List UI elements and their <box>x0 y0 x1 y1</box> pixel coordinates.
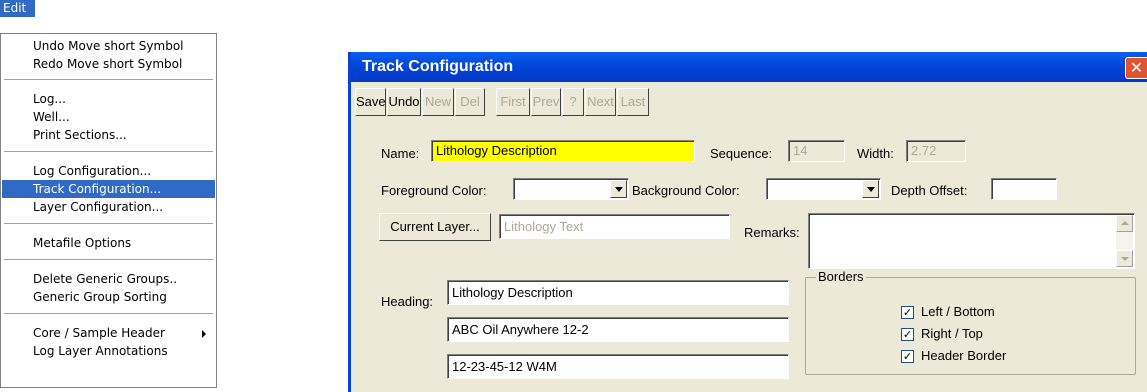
menu-separator <box>4 259 213 260</box>
right-top-label: Right / Top <box>921 326 983 341</box>
menu-item-log[interactable]: Log... <box>2 90 215 108</box>
borders-groupbox: Borders ✓ Left / Bottom ✓ Right / Top ✓ … <box>805 269 1136 375</box>
menu-separator <box>4 223 213 224</box>
menu-item-well[interactable]: Well... <box>2 108 215 126</box>
menu-item-redo[interactable]: Redo Move short Symbol <box>2 55 215 73</box>
width-label: Width: <box>857 146 894 161</box>
menu-separator <box>4 151 213 152</box>
dropdown-arrow-icon[interactable] <box>862 180 879 198</box>
dropdown-arrow-icon[interactable] <box>610 180 627 198</box>
edit-menu: Undo Move short Symbol Redo Move short S… <box>0 33 217 388</box>
sequence-label: Sequence: <box>710 146 773 161</box>
new-button[interactable]: New <box>422 88 454 116</box>
sequence-field[interactable]: 14 <box>788 140 845 162</box>
dialog-titlebar[interactable]: Track Configuration ✕ <box>351 52 1147 82</box>
delete-button[interactable]: Del <box>455 88 485 116</box>
menu-item-metafile-options[interactable]: Metafile Options <box>2 234 215 252</box>
menu-item-log-configuration[interactable]: Log Configuration... <box>2 162 215 180</box>
menu-item-undo[interactable]: Undo Move short Symbol <box>2 37 215 55</box>
menu-separator <box>4 313 213 314</box>
depth-offset-field[interactable] <box>991 178 1057 200</box>
heading-label: Heading: <box>381 294 434 309</box>
track-configuration-dialog: Track Configuration ✕ Save Undo New Del … <box>348 52 1147 392</box>
remarks-textarea[interactable] <box>808 213 1135 269</box>
name-field[interactable]: Lithology Description <box>431 140 695 162</box>
undo-button[interactable]: Undo <box>387 88 421 116</box>
menu-item-generic-group-sorting[interactable]: Generic Group Sorting <box>2 288 215 306</box>
header-border-label: Header Border <box>921 348 1007 363</box>
foreground-color-select[interactable] <box>513 178 629 200</box>
menu-item-print-sections[interactable]: Print Sections... <box>2 126 215 144</box>
scroll-up-icon[interactable] <box>1116 215 1133 232</box>
heading-line-2[interactable]: ABC Oil Anywhere 12-2 <box>447 317 789 342</box>
prev-button[interactable]: Prev <box>531 88 561 116</box>
current-layer-button[interactable]: Current Layer... <box>379 213 491 241</box>
depth-offset-label: Depth Offset: <box>891 183 968 198</box>
menu-item-delete-generic-groups[interactable]: Delete Generic Groups.. <box>2 270 215 288</box>
menu-item-label: Core / Sample Header <box>33 326 165 340</box>
menu-item-layer-configuration[interactable]: Layer Configuration... <box>2 198 215 216</box>
menu-item-track-configuration[interactable]: Track Configuration... <box>2 180 215 198</box>
left-bottom-checkbox[interactable]: ✓ <box>901 306 914 319</box>
foreground-color-label: Foreground Color: <box>381 183 487 198</box>
current-layer-field[interactable]: Lithology Text <box>499 214 730 239</box>
width-field[interactable]: 2.72 <box>906 140 966 162</box>
dialog-title: Track Configuration <box>362 58 514 75</box>
borders-title: Borders <box>816 269 866 284</box>
menu-item-log-layer-annotations[interactable]: Log Layer Annotations <box>2 342 215 360</box>
last-button[interactable]: Last <box>617 88 649 116</box>
scroll-down-icon[interactable] <box>1116 250 1133 267</box>
heading-line-1[interactable]: Lithology Description <box>447 280 789 305</box>
heading-line-3[interactable]: 12-23-45-12 W4M <box>447 354 789 379</box>
menu-separator <box>4 79 213 80</box>
background-color-label: Background Color: <box>632 183 740 198</box>
left-bottom-label: Left / Bottom <box>921 304 995 319</box>
help-button[interactable]: ? <box>562 88 584 116</box>
remarks-scrollbar[interactable] <box>1116 215 1133 267</box>
menu-item-core-sample-header[interactable]: Core / Sample Header <box>2 324 215 342</box>
next-button[interactable]: Next <box>585 88 616 116</box>
save-button[interactable]: Save <box>355 88 386 116</box>
edit-menu-title[interactable]: Edit <box>0 0 35 17</box>
remarks-label: Remarks: <box>744 225 800 240</box>
close-icon[interactable]: ✕ <box>1125 57 1147 79</box>
background-color-select[interactable] <box>766 178 881 200</box>
first-button[interactable]: First <box>496 88 530 116</box>
header-border-checkbox[interactable]: ✓ <box>901 350 914 363</box>
submenu-arrow-icon <box>202 330 206 338</box>
name-label: Name: <box>381 146 420 161</box>
right-top-checkbox[interactable]: ✓ <box>901 328 914 341</box>
